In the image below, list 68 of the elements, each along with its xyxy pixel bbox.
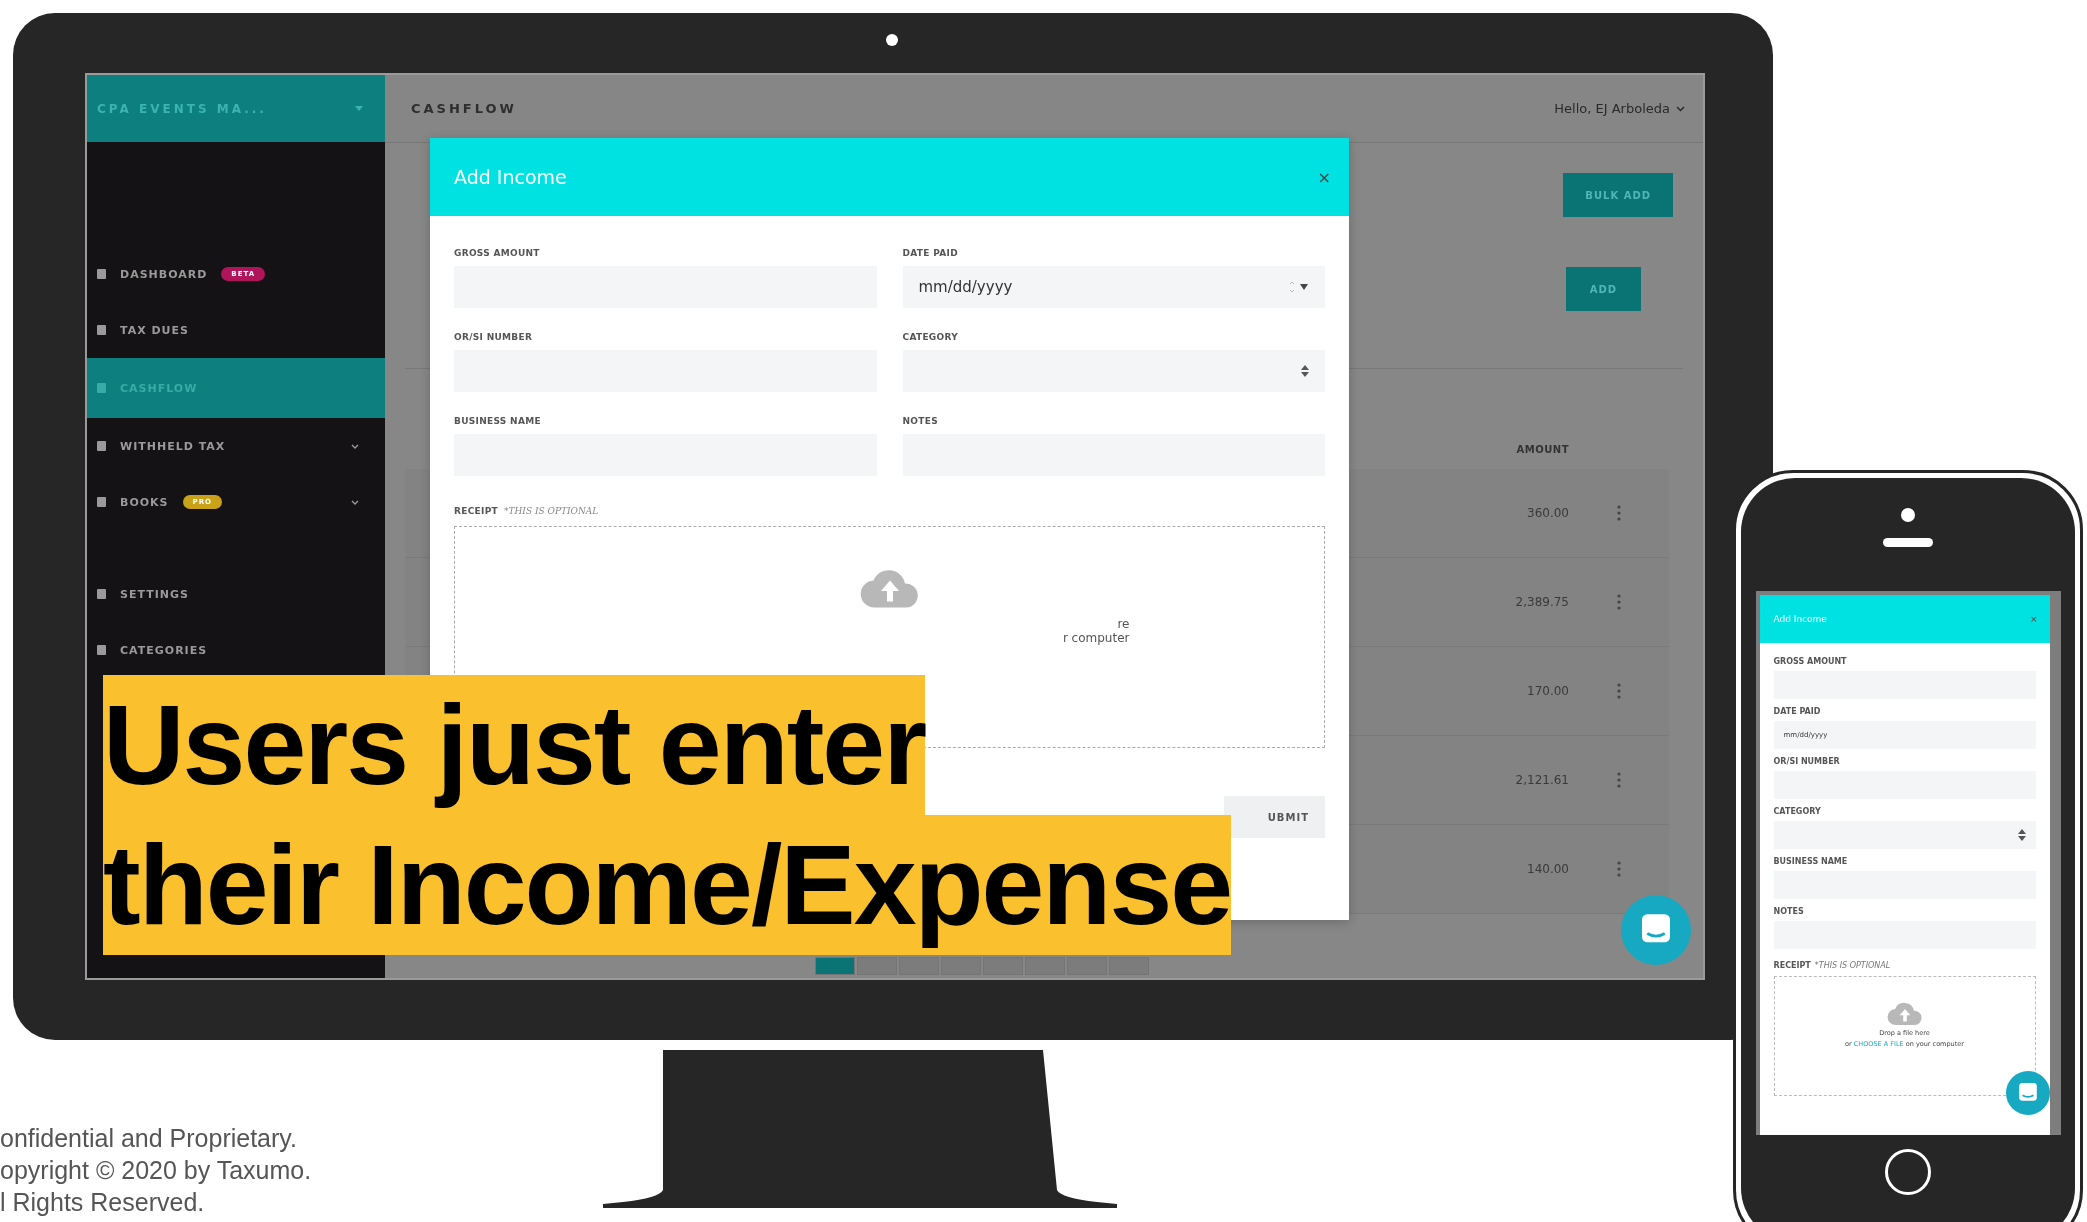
table-cell-text: 140.00 bbox=[1526, 862, 1569, 876]
sidebar-item[interactable]: SETTINGS bbox=[87, 566, 385, 622]
field-label: BUSINESS NAME bbox=[454, 416, 542, 426]
field-label: DATE PAID bbox=[902, 248, 959, 258]
field-label: RECEIPT bbox=[454, 506, 498, 516]
square-icon bbox=[97, 441, 106, 451]
camera-dot bbox=[1901, 508, 1915, 522]
kebab-menu-icon[interactable] bbox=[1617, 683, 1621, 699]
chat-button[interactable] bbox=[1621, 895, 1691, 965]
square-icon bbox=[97, 589, 106, 599]
category-select[interactable] bbox=[1773, 821, 2036, 849]
chat-button[interactable] bbox=[2005, 1071, 2050, 1115]
optional-note: *THIS IS OPTIONAL bbox=[504, 506, 599, 516]
field-label: CATEGORY bbox=[1773, 807, 1822, 816]
field-label: DATE PAID bbox=[1773, 707, 1822, 716]
chevron-down-icon bbox=[1676, 105, 1685, 112]
page-button[interactable] bbox=[815, 957, 855, 975]
field-label: BUSINESS NAME bbox=[1773, 857, 1849, 866]
field-label: CATEGORY bbox=[902, 332, 960, 342]
square-icon bbox=[97, 645, 106, 655]
modal-title: Add Income bbox=[454, 166, 567, 188]
field-label: OR/SI NUMBER bbox=[1773, 757, 1841, 766]
field-label: NOTES bbox=[902, 416, 939, 426]
user-menu[interactable]: Hello, EJ Arboleda bbox=[1554, 101, 1685, 116]
table-cell-text: 360.00 bbox=[1526, 506, 1569, 520]
caret-down-icon bbox=[355, 106, 363, 111]
field-label: GROSS AMOUNT bbox=[1773, 657, 1848, 666]
modal-title: Add Income bbox=[1773, 614, 1827, 624]
kebab-menu-icon[interactable] bbox=[1617, 594, 1621, 610]
submit-button[interactable]: UBMIT bbox=[1223, 796, 1325, 838]
field-label: GROSS AMOUNT bbox=[454, 248, 541, 258]
footer-text: onfidential and Proprietary. bbox=[0, 1123, 298, 1154]
square-icon bbox=[97, 269, 106, 279]
table-cell-text: 2,121.61 bbox=[1514, 773, 1569, 787]
speaker-slot bbox=[1883, 538, 1933, 547]
home-button[interactable] bbox=[1885, 1149, 1931, 1195]
updown-caret-icon bbox=[2017, 829, 2026, 841]
caption-overlay: their Income/Expense bbox=[103, 815, 1232, 955]
spinner-caret-icon bbox=[1287, 281, 1309, 293]
close-button[interactable]: × bbox=[2029, 614, 2038, 624]
column-header: AMOUNT bbox=[1515, 443, 1569, 455]
updown-caret-icon bbox=[1301, 365, 1309, 377]
camera-dot bbox=[886, 34, 898, 46]
kebab-menu-icon[interactable] bbox=[1617, 772, 1621, 788]
field-label: OR/SI NUMBER bbox=[454, 332, 534, 342]
sidebar-item[interactable]: CATEGORIES bbox=[87, 622, 385, 678]
field-label: NOTES bbox=[1773, 907, 1805, 916]
category-select[interactable] bbox=[902, 350, 1325, 392]
kebab-menu-icon[interactable] bbox=[1617, 861, 1621, 877]
date-field[interactable]: mm/dd/yyyy bbox=[902, 266, 1325, 308]
upload-hint: re bbox=[1117, 617, 1130, 631]
field-label: RECEIPT bbox=[1773, 961, 1811, 970]
table-cell-text: 2,389.75 bbox=[1514, 595, 1569, 609]
square-icon bbox=[97, 383, 106, 393]
cloud-upload-icon bbox=[1886, 1001, 1923, 1026]
close-button[interactable]: × bbox=[1317, 167, 1331, 187]
table-cell-text: 170.00 bbox=[1526, 684, 1569, 698]
footer-text: opyright © 2020 by Taxumo. bbox=[0, 1155, 312, 1186]
optional-note: *THIS IS OPTIONAL bbox=[1814, 961, 1891, 970]
square-icon bbox=[97, 497, 106, 507]
kebab-menu-icon[interactable] bbox=[1617, 505, 1621, 521]
sidebar-item[interactable]: TAX DUES bbox=[87, 302, 385, 358]
cloud-upload-icon bbox=[859, 567, 920, 609]
footer-text: l Rights Reserved. bbox=[0, 1187, 206, 1218]
sidebar-item[interactable]: WITHHELD TAX bbox=[87, 418, 385, 474]
upload-hint: r computer bbox=[1062, 631, 1130, 645]
square-icon bbox=[97, 325, 106, 335]
page-title: CASHFLOW bbox=[411, 101, 517, 116]
